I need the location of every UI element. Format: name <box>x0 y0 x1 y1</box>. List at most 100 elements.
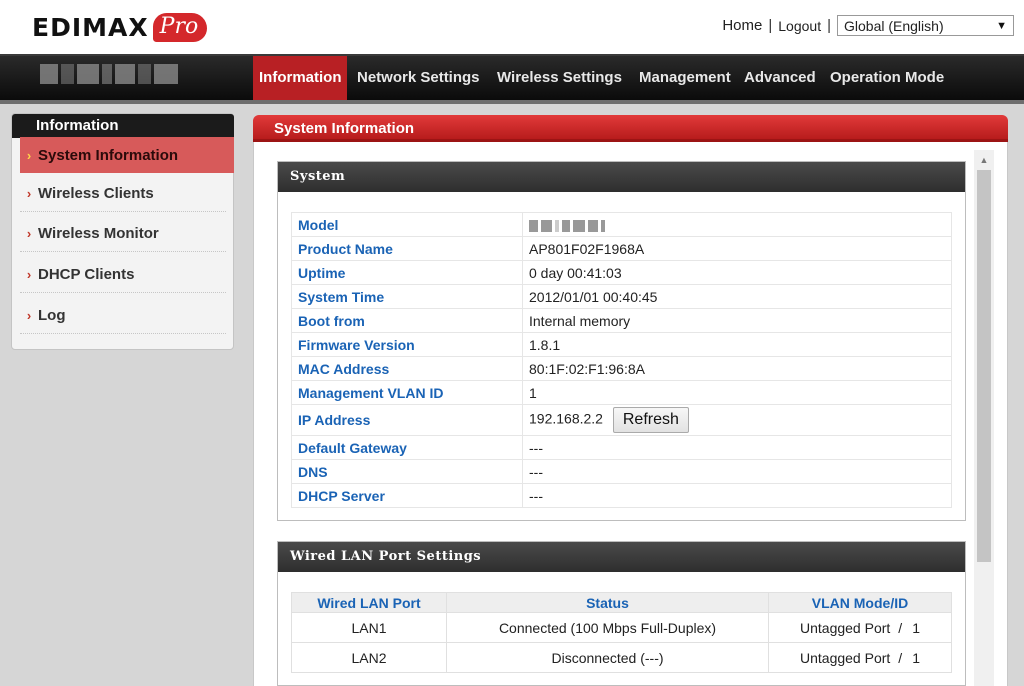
row-value: 2012/01/01 00:40:45 <box>522 284 952 309</box>
scrollbar-thumb[interactable] <box>977 170 991 562</box>
row-value: 80:1F:02:F1:96:8A <box>522 356 952 381</box>
column-header: Status <box>446 592 769 613</box>
sidebar-item-label: Wireless Monitor <box>38 225 159 242</box>
refresh-button[interactable]: Refresh <box>612 407 689 433</box>
header: EDIMAX Pro Home | Logout | Global (Engli… <box>0 0 1024 54</box>
vlan-mode: Untagged Port <box>800 619 891 636</box>
nav-wireless-settings[interactable]: Wireless Settings <box>491 56 628 100</box>
sidebar-item-label: Wireless Clients <box>38 185 154 202</box>
nav-advanced[interactable]: Advanced <box>738 56 822 100</box>
table-row: Firmware Version 1.8.1 <box>291 332 952 357</box>
vertical-scrollbar[interactable]: ▲ <box>974 150 994 686</box>
table-row: LAN2 Disconnected (---) Untagged Port / 1 <box>291 642 952 673</box>
section-heading: System <box>278 162 965 192</box>
row-value: AP801F02F1968A <box>522 236 952 261</box>
table-row: Uptime 0 day 00:41:03 <box>291 260 952 285</box>
row-label: Product Name <box>291 236 523 261</box>
nav-network-settings[interactable]: Network Settings <box>351 56 486 100</box>
row-value: --- <box>522 435 952 460</box>
chevron-right-icon: › <box>26 147 32 163</box>
table-row: Model <box>291 212 952 237</box>
row-label: System Time <box>291 284 523 309</box>
nav-divider <box>0 100 1024 104</box>
row-label: DHCP Server <box>291 483 523 508</box>
edimax-pro-logo[interactable]: EDIMAX Pro <box>32 8 208 46</box>
main-nav: Information Network Settings Wireless Se… <box>0 54 1024 100</box>
vlan-id: 1 <box>912 619 920 636</box>
sidebar-item-dhcp-clients[interactable]: › DHCP Clients <box>20 257 226 293</box>
table-row: System Time 2012/01/01 00:40:45 <box>291 284 952 309</box>
language-value: Global (English) <box>844 17 944 34</box>
row-value: 1 <box>522 380 952 405</box>
row-value: --- <box>522 459 952 484</box>
table-row: DHCP Server --- <box>291 483 952 508</box>
table-header-row: Wired LAN Port Status VLAN Mode/ID <box>291 592 952 613</box>
sidebar-item-system-information[interactable]: › System Information <box>20 137 234 173</box>
language-select[interactable]: Global (English) ▼ <box>837 15 1014 36</box>
logo-badge: Pro <box>152 12 208 42</box>
sidebar-item-label: System Information <box>38 146 179 164</box>
nav-operation-mode[interactable]: Operation Mode <box>824 56 950 100</box>
home-link[interactable]: Home <box>722 17 762 34</box>
table-row: LAN1 Connected (100 Mbps Full-Duplex) Un… <box>291 612 952 643</box>
wired-lan-section: Wired LAN Port Settings Wired LAN Port S… <box>277 541 966 686</box>
logout-link[interactable]: Logout <box>778 18 821 34</box>
sidebar: Information › System Information › Wirel… <box>11 113 234 350</box>
logo-text: EDIMAX <box>32 12 149 42</box>
main-panel: System Information System Model Product … <box>253 115 1008 686</box>
row-label: Firmware Version <box>291 332 523 357</box>
column-header: Wired LAN Port <box>291 592 447 613</box>
row-label: Management VLAN ID <box>291 380 523 405</box>
sidebar-item-label: DHCP Clients <box>38 266 135 283</box>
vlan-separator: / <box>898 649 903 666</box>
sidebar-title: Information <box>12 114 234 138</box>
sidebar-item-label: Log <box>38 307 66 324</box>
vlan-cell: Untagged Port / 1 <box>768 642 952 673</box>
port-cell: LAN1 <box>291 612 447 643</box>
row-label: Model <box>291 212 523 237</box>
table-row: DNS --- <box>291 459 952 484</box>
system-info-table: Model Product Name AP801F02F1968A Uptime… <box>291 212 952 508</box>
device-name-blurred <box>40 64 178 84</box>
link-separator: | <box>827 17 831 34</box>
table-row: Default Gateway --- <box>291 435 952 460</box>
sidebar-item-log[interactable]: › Log <box>20 298 226 334</box>
row-value: --- <box>522 483 952 508</box>
nav-management[interactable]: Management <box>633 56 737 100</box>
row-label: DNS <box>291 459 523 484</box>
row-value: Internal memory <box>522 308 952 333</box>
chevron-right-icon: › <box>26 186 32 201</box>
wired-lan-table: Wired LAN Port Status VLAN Mode/ID LAN1 … <box>291 592 952 673</box>
chevron-right-icon: › <box>26 226 32 241</box>
row-value: 0 day 00:41:03 <box>522 260 952 285</box>
vlan-id: 1 <box>912 649 920 666</box>
vlan-mode: Untagged Port <box>800 649 891 666</box>
top-links: Home | Logout | Global (English) ▼ <box>722 15 1014 36</box>
status-cell: Connected (100 Mbps Full-Duplex) <box>446 612 769 643</box>
status-cell: Disconnected (---) <box>446 642 769 673</box>
column-header: VLAN Mode/ID <box>768 592 952 613</box>
chevron-right-icon: › <box>26 267 32 282</box>
table-row: Management VLAN ID 1 <box>291 380 952 405</box>
model-value-blurred <box>522 212 952 237</box>
table-row: Boot from Internal memory <box>291 308 952 333</box>
panel-title: System Information <box>253 115 1008 142</box>
dropdown-arrow-icon: ▼ <box>996 19 1007 32</box>
scroll-up-arrow-icon[interactable]: ▲ <box>974 150 994 170</box>
sidebar-item-wireless-monitor[interactable]: › Wireless Monitor <box>20 216 226 252</box>
table-row: IP Address 192.168.2.2 Refresh <box>291 404 952 436</box>
system-section: System Model Product Name AP801F02F1968A… <box>277 161 966 521</box>
table-row: Product Name AP801F02F1968A <box>291 236 952 261</box>
section-heading: Wired LAN Port Settings <box>278 542 965 572</box>
vlan-cell: Untagged Port / 1 <box>768 612 952 643</box>
port-cell: LAN2 <box>291 642 447 673</box>
chevron-right-icon: › <box>26 308 32 323</box>
nav-information[interactable]: Information <box>253 56 347 100</box>
row-value: 1.8.1 <box>522 332 952 357</box>
row-label: Uptime <box>291 260 523 285</box>
sidebar-item-wireless-clients[interactable]: › Wireless Clients <box>20 176 226 212</box>
link-separator: | <box>768 17 773 34</box>
table-row: MAC Address 80:1F:02:F1:96:8A <box>291 356 952 381</box>
row-label: Boot from <box>291 308 523 333</box>
vlan-separator: / <box>898 619 903 636</box>
